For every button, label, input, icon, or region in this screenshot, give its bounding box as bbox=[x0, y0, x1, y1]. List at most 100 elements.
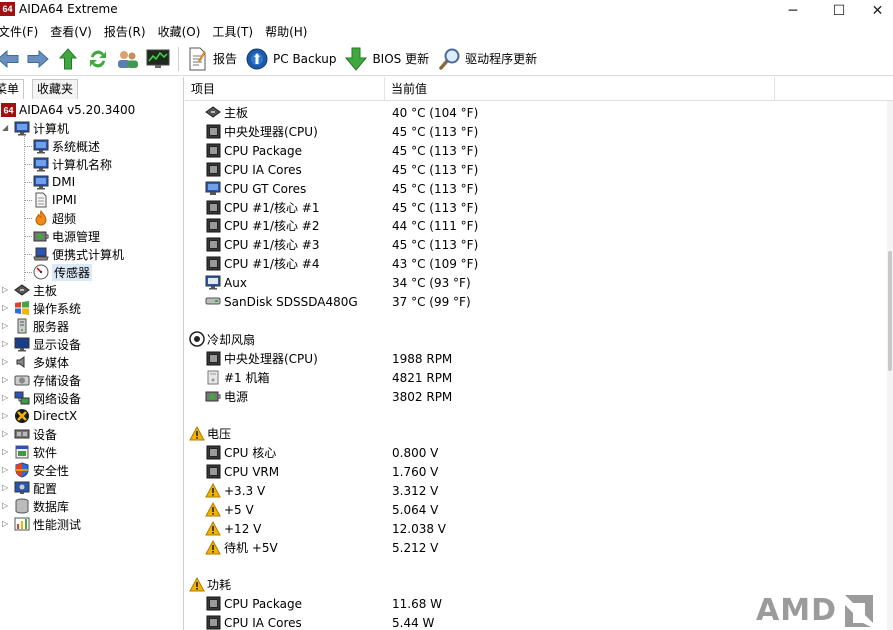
menu-favorites[interactable]: 收藏(O) bbox=[154, 22, 205, 42]
monitor-chart-icon[interactable] bbox=[146, 47, 170, 71]
refresh-icon[interactable] bbox=[86, 47, 110, 71]
sensor-name: CPU Package bbox=[224, 143, 302, 158]
tree-item-storage[interactable]: 存储设备 bbox=[14, 371, 81, 389]
sensor-name: 中央处理器(CPU) bbox=[224, 125, 318, 139]
report-button[interactable]: 报告 bbox=[185, 45, 237, 73]
disk-icon bbox=[205, 293, 221, 309]
sensor-group[interactable]: 电压 bbox=[185, 424, 885, 443]
sensor-row[interactable]: CPU #1/核心 #3 45 °C (113 °F) bbox=[185, 235, 885, 254]
device-icon bbox=[14, 426, 30, 442]
tree-item-label: 服务器 bbox=[33, 319, 70, 334]
sensor-row[interactable]: 待机 +5V 5.212 V bbox=[185, 538, 885, 557]
tree-item-directx[interactable]: DirectX bbox=[14, 407, 77, 425]
tree-item-laptop[interactable]: 便携式计算机 bbox=[33, 245, 124, 263]
menu-file[interactable]: 文件(F) bbox=[0, 22, 42, 42]
sensor-name: +5 V bbox=[224, 502, 254, 517]
sensor-row[interactable]: SanDisk SDSSDA480G 37 °C (99 °F) bbox=[185, 292, 885, 311]
sensor-row[interactable]: 中央处理器(CPU) 1988 RPM bbox=[185, 349, 885, 368]
tree-expander-21[interactable]: ▷ bbox=[2, 484, 10, 492]
users-icon[interactable] bbox=[116, 47, 140, 71]
sensor-row[interactable]: CPU Package 45 °C (113 °F) bbox=[185, 141, 885, 160]
forward-arrow-icon[interactable] bbox=[26, 47, 50, 71]
tree-expander-12[interactable]: ▷ bbox=[2, 322, 10, 330]
minimize-button[interactable]: ─ bbox=[770, 0, 816, 22]
sensor-row[interactable]: CPU IA Cores 45 °C (113 °F) bbox=[185, 160, 885, 179]
sensor-row[interactable]: CPU #1/核心 #2 44 °C (111 °F) bbox=[185, 216, 885, 235]
tab-favorites[interactable]: 收藏夹 bbox=[32, 79, 79, 99]
tree-expander-23[interactable]: ▷ bbox=[2, 520, 10, 528]
sensor-row[interactable]: 中央处理器(CPU) 45 °C (113 °F) bbox=[185, 122, 885, 141]
tree-item-label: 配置 bbox=[33, 481, 58, 496]
up-arrow-icon[interactable] bbox=[56, 47, 80, 71]
sensor-group[interactable]: 冷却风扇 bbox=[185, 330, 885, 349]
tree-expander-13[interactable]: ▷ bbox=[2, 340, 10, 348]
sensor-row[interactable]: +12 V 12.038 V bbox=[185, 519, 885, 538]
tree-branch-line bbox=[24, 200, 32, 201]
sensor-row[interactable]: CPU 核心 0.800 V bbox=[185, 443, 885, 462]
sensor-row[interactable]: #1 机箱 4821 RPM bbox=[185, 368, 885, 387]
tree-item-flame[interactable]: 超频 bbox=[33, 209, 76, 227]
scrollbar-thumb[interactable] bbox=[888, 251, 892, 371]
tree-item-document[interactable]: IPMI bbox=[33, 191, 77, 209]
tree-expander-14[interactable]: ▷ bbox=[2, 358, 10, 366]
tree-item-benchmark[interactable]: 性能测试 bbox=[14, 515, 81, 533]
sensor-row[interactable]: 主板 40 °C (104 °F) bbox=[185, 103, 885, 122]
bios-update-button[interactable]: BIOS 更新 bbox=[344, 45, 429, 73]
sensor-list-panel: 项目 当前值 主板 40 °C (104 °F) 中央处理器(CPU) 45 °C (… bbox=[185, 77, 893, 630]
tree-expander-20[interactable]: ▷ bbox=[2, 466, 10, 474]
tree-expander-17[interactable]: ▷ bbox=[2, 412, 10, 420]
pc-backup-button[interactable]: PC Backup bbox=[245, 45, 336, 73]
sensor-row[interactable]: CPU #1/核心 #4 43 °C (109 °F) bbox=[185, 254, 885, 273]
tree-expander-1[interactable]: ◢ bbox=[2, 124, 10, 132]
vertical-scrollbar[interactable] bbox=[887, 101, 893, 630]
tree-item-gauge[interactable]: 传感器 bbox=[33, 263, 93, 281]
sensor-row[interactable]: CPU VRM 1.760 V bbox=[185, 462, 885, 481]
sensor-row[interactable]: CPU #1/核心 #1 45 °C (113 °F) bbox=[185, 198, 885, 217]
tree-item-software[interactable]: 软件 bbox=[14, 443, 57, 461]
sensor-row[interactable]: +3.3 V 3.312 V bbox=[185, 481, 885, 500]
menu-tools[interactable]: 工具(T) bbox=[208, 22, 257, 42]
sensor-value: 45 °C (113 °F) bbox=[392, 200, 479, 215]
sensor-name: CPU GT Cores bbox=[224, 181, 307, 196]
column-item[interactable]: 项目 bbox=[185, 77, 385, 101]
tree-expander-16[interactable]: ▷ bbox=[2, 394, 10, 402]
tree-item-device[interactable]: 设备 bbox=[14, 425, 57, 443]
tree-expander-10[interactable]: ▷ bbox=[2, 286, 10, 294]
sensor-row[interactable]: 电源 3802 RPM bbox=[185, 387, 885, 406]
sensor-row[interactable]: +5 V 5.064 V bbox=[185, 500, 885, 519]
tree-expander-22[interactable]: ▷ bbox=[2, 502, 10, 510]
toolbar: 报告 PC Backup BIOS 更新 驱动程序更新 bbox=[0, 42, 893, 76]
tree-expander-11[interactable]: ▷ bbox=[2, 304, 10, 312]
tree-item-server[interactable]: 服务器 bbox=[14, 317, 69, 335]
tree-item-aida64[interactable]: 64 AIDA64 v5.20.3400 bbox=[0, 101, 135, 119]
tree-expander-18[interactable]: ▷ bbox=[2, 430, 10, 438]
tree-item-config[interactable]: 配置 bbox=[14, 479, 57, 497]
sensor-row[interactable]: Aux 34 °C (93 °F) bbox=[185, 273, 885, 292]
column-value[interactable]: 当前值 bbox=[385, 77, 775, 101]
tree-item-motherboard[interactable]: 主板 bbox=[14, 281, 57, 299]
tab-menu[interactable]: 菜单 bbox=[0, 79, 25, 99]
tree-item-speaker[interactable]: 多媒体 bbox=[14, 353, 69, 371]
tree-item-monitor[interactable]: 计算机名称 bbox=[33, 155, 112, 173]
menu-report[interactable]: 报告(R) bbox=[100, 22, 150, 42]
menu-help[interactable]: 帮助(H) bbox=[261, 22, 311, 42]
driver-update-button[interactable]: 驱动程序更新 bbox=[437, 45, 537, 73]
tree-item-windows[interactable]: 操作系统 bbox=[14, 299, 81, 317]
tree-item-shield[interactable]: 安全性 bbox=[14, 461, 69, 479]
tree-item-monitor[interactable]: DMI bbox=[33, 173, 75, 191]
close-button[interactable]: ✕ bbox=[862, 0, 893, 22]
tree-item-computer[interactable]: 计算机 bbox=[14, 119, 69, 137]
sensor-name: +3.3 V bbox=[224, 483, 266, 498]
gauge-icon bbox=[33, 264, 49, 280]
tree-item-monitor[interactable]: 系统概述 bbox=[33, 137, 100, 155]
maximize-button[interactable]: ☐ bbox=[816, 0, 862, 22]
back-arrow-icon[interactable] bbox=[0, 47, 20, 71]
sensor-row[interactable]: CPU GT Cores 45 °C (113 °F) bbox=[185, 179, 885, 198]
tree-item-display[interactable]: 显示设备 bbox=[14, 335, 81, 353]
tree-expander-19[interactable]: ▷ bbox=[2, 448, 10, 456]
tree-expander-15[interactable]: ▷ bbox=[2, 376, 10, 384]
tree-item-network[interactable]: 网络设备 bbox=[14, 389, 81, 407]
tree-item-database[interactable]: 数据库 bbox=[14, 497, 69, 515]
menu-view[interactable]: 查看(V) bbox=[46, 22, 96, 42]
tree-item-power[interactable]: 电源管理 bbox=[33, 227, 100, 245]
